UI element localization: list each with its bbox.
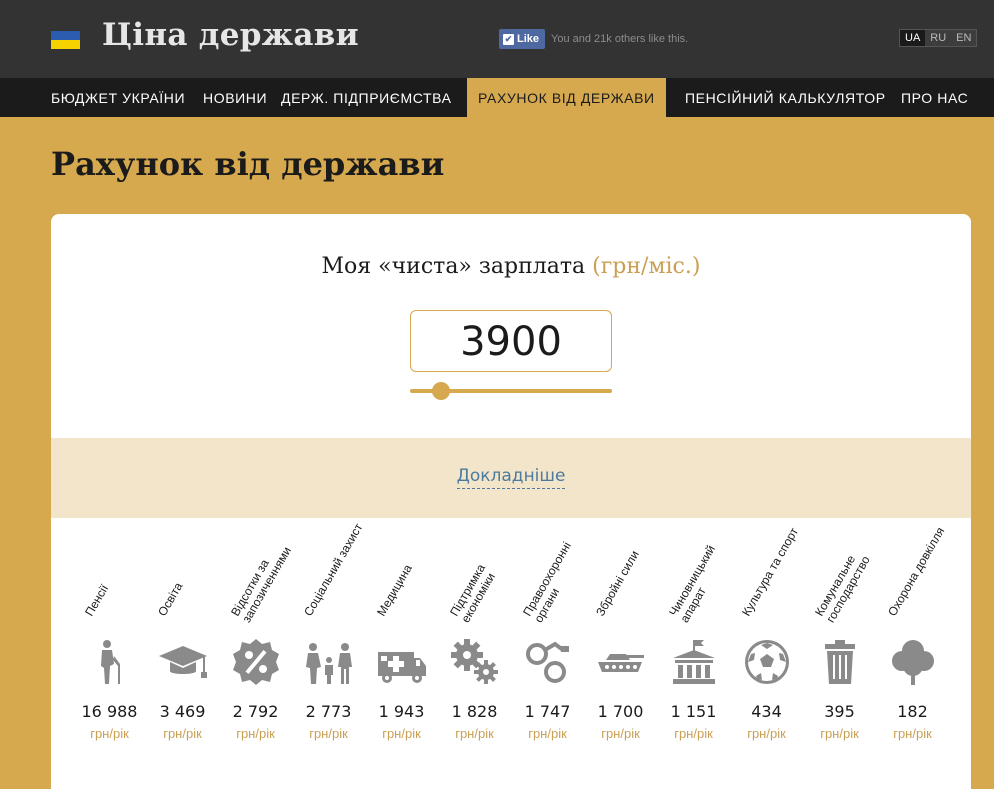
thumbs-up-icon: ✔ [503, 33, 514, 45]
category-label: Пенсії [82, 582, 112, 619]
salary-unit: (грн/міс.) [592, 254, 701, 279]
category-label: Збройні сили [593, 548, 642, 619]
details-link[interactable]: Докладніше [456, 466, 566, 489]
gears-icon [450, 638, 500, 686]
details-link-wrapper: Докладніше [51, 466, 971, 489]
category-economy: Підтримка економіки 1 828 грн/рік [438, 534, 511, 754]
ukraine-flag-icon [51, 31, 80, 49]
lang-ru[interactable]: RU [925, 30, 952, 46]
category-utilities: Комунальне господарство 395 грн/рік [803, 534, 876, 754]
facebook-like-label: Like [517, 33, 540, 45]
category-label: Медицина [374, 562, 415, 619]
category-culture-sport: Культура та спорт 434 грн/рік [730, 525, 803, 754]
trash-can-icon [815, 638, 865, 686]
category-interest: Відсотки за запозиченнями 2 792 грн/рік [219, 534, 294, 754]
category-value: 182 [897, 702, 928, 721]
nav-item-news[interactable]: НОВИНИ [203, 78, 267, 117]
page-title: Рахунок від держави [51, 145, 445, 183]
details-band: Докладніше [51, 438, 971, 518]
nav-item-budget[interactable]: БЮДЖЕТ УКРАЇНИ [51, 78, 185, 117]
category-label: Освіта [155, 579, 186, 619]
facebook-like-button[interactable]: ✔ Like [499, 29, 546, 49]
salary-label-text: Моя «чиста» зарплата [321, 254, 586, 279]
soccer-ball-icon [742, 638, 792, 686]
nav-item-state-enterprises[interactable]: ДЕРЖ. ПІДПРИЄМСТВА [281, 78, 452, 117]
category-label: Соціальний захист [301, 520, 366, 619]
category-unit: грн/рік [893, 726, 932, 741]
tank-icon [596, 638, 646, 686]
category-label: Охорона довкілля [885, 524, 948, 619]
graduation-cap-icon [158, 638, 208, 686]
category-environment: Охорона довкілля 182 грн/рік [876, 525, 949, 754]
main-nav: БЮДЖЕТ УКРАЇНИ НОВИНИ ДЕРЖ. ПІДПРИЄМСТВА… [0, 78, 994, 117]
salary-input[interactable]: 3900 [410, 310, 612, 372]
salary-slider-thumb[interactable] [432, 382, 451, 400]
nav-item-about[interactable]: ПРО НАС [901, 78, 968, 117]
tree-icon [888, 638, 938, 686]
category-label: Культура та спорт [739, 525, 802, 619]
facebook-like-widget: ✔ Like You and 21k others like this. [499, 29, 688, 49]
family-icon [304, 638, 354, 686]
nav-item-state-bill[interactable]: РАХУНОК ВІД ДЕРЖАВИ [467, 78, 666, 117]
nav-item-pension-calculator[interactable]: ПЕНСІЙНИЙ КАЛЬКУЛЯТОР [685, 78, 886, 117]
lang-en[interactable]: EN [951, 30, 977, 46]
language-switcher: UA RU EN [899, 29, 978, 47]
handcuffs-icon [523, 638, 573, 686]
bill-card: Моя «чиста» зарплата (грн/міс.) 3900 Док… [51, 214, 971, 789]
ambulance-icon [377, 638, 427, 686]
government-building-icon [669, 638, 719, 686]
pensioner-icon [85, 638, 135, 686]
lang-ua[interactable]: UA [900, 30, 926, 46]
category-education: Освіта 3 469 грн/рік [146, 534, 219, 754]
category-social: Соціальний захист 2 773 грн/рік [292, 521, 365, 754]
category-armed-forces: Збройні сили 1 700 грн/рік [584, 534, 657, 754]
category-law-enforcement: Правоохоронні органи 1 747 грн/рік [511, 534, 584, 754]
site-title[interactable]: Ціна держави [102, 17, 359, 53]
category-bureaucracy: Чиновницький апарат 1 151 грн/рік [657, 534, 730, 754]
salary-label: Моя «чиста» зарплата (грн/міс.) [51, 254, 971, 279]
facebook-like-count: You and 21k others like this. [551, 33, 689, 45]
top-header: Ціна держави ✔ Like You and 21k others l… [0, 0, 994, 78]
category-pensions: Пенсії 16 988 грн/рік [73, 534, 146, 754]
percent-badge-icon [231, 638, 281, 686]
category-medicine: Медицина 1 943 грн/рік [365, 534, 438, 754]
